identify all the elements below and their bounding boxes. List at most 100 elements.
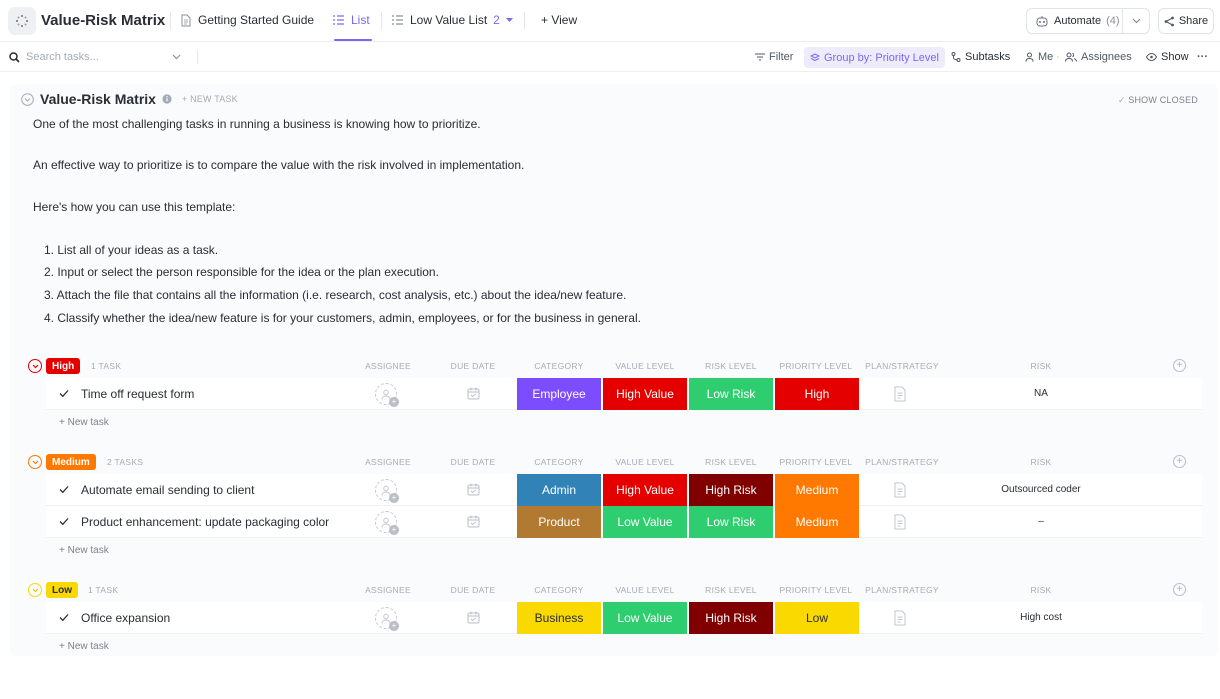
priority-level-cell[interactable]: Medium bbox=[775, 506, 859, 538]
chevron-down-icon[interactable] bbox=[172, 54, 181, 60]
column-header-due-date[interactable]: DUE DATE bbox=[445, 585, 501, 595]
share-button[interactable]: Share bbox=[1158, 8, 1214, 34]
automate-dropdown[interactable] bbox=[1123, 18, 1149, 24]
new-task-link[interactable]: + NEW TASK bbox=[182, 94, 238, 104]
collapse-group-icon[interactable] bbox=[28, 583, 42, 597]
tab-list[interactable]: List bbox=[332, 13, 370, 27]
table-row[interactable]: Automate email sending to client + Admin… bbox=[46, 474, 1202, 506]
add-view-button[interactable]: + View bbox=[541, 13, 577, 27]
column-header-risk[interactable]: RISK bbox=[946, 361, 1136, 371]
task-name[interactable]: Automate email sending to client bbox=[81, 483, 254, 497]
category-cell[interactable]: Business bbox=[517, 602, 601, 634]
add-column-button[interactable]: + bbox=[1173, 583, 1186, 596]
file-icon[interactable] bbox=[893, 386, 907, 402]
check-icon[interactable] bbox=[58, 515, 70, 527]
show-closed-button[interactable]: ✓ SHOW CLOSED bbox=[1118, 95, 1198, 106]
tab-low-value-list[interactable]: Low Value List 2 bbox=[391, 13, 513, 27]
column-header-category[interactable]: CATEGORY bbox=[516, 585, 602, 595]
filter-button[interactable]: Filter bbox=[755, 51, 793, 63]
automate-button[interactable]: Automate (4) bbox=[1026, 8, 1150, 34]
assignee-picker[interactable]: + bbox=[375, 607, 399, 631]
file-icon[interactable] bbox=[893, 610, 907, 626]
calendar-icon[interactable] bbox=[467, 611, 480, 624]
show-button[interactable]: Show bbox=[1146, 51, 1189, 63]
category-cell[interactable]: Employee bbox=[517, 378, 601, 410]
column-header-risk-level[interactable]: RISK LEVEL bbox=[688, 361, 774, 371]
file-icon[interactable] bbox=[893, 482, 907, 498]
category-cell[interactable]: Product bbox=[517, 506, 601, 538]
add-task-button[interactable]: + New task bbox=[59, 641, 109, 652]
column-header-category[interactable]: CATEGORY bbox=[516, 361, 602, 371]
add-column-button[interactable]: + bbox=[1173, 455, 1186, 468]
add-task-button[interactable]: + New task bbox=[59, 545, 109, 556]
column-header-risk-level[interactable]: RISK LEVEL bbox=[688, 457, 774, 467]
group-label[interactable]: Medium bbox=[46, 454, 96, 470]
search-input[interactable] bbox=[26, 51, 166, 63]
table-row[interactable]: Office expansion + Business Low Value Hi… bbox=[46, 602, 1202, 634]
risk-text[interactable]: – bbox=[946, 516, 1136, 527]
column-header-plan-strategy[interactable]: PLAN/STRATEGY bbox=[862, 361, 942, 371]
column-header-assignee[interactable]: ASSIGNEE bbox=[360, 585, 416, 595]
check-icon[interactable] bbox=[58, 611, 70, 623]
risk-level-cell[interactable]: High Risk bbox=[689, 474, 773, 506]
column-header-value-level[interactable]: VALUE LEVEL bbox=[602, 457, 688, 467]
column-header-priority-level[interactable]: PRIORITY LEVEL bbox=[774, 361, 858, 371]
collapse-group-icon[interactable] bbox=[28, 455, 42, 469]
value-level-cell[interactable]: High Value bbox=[603, 378, 687, 410]
task-name[interactable]: Office expansion bbox=[81, 611, 170, 625]
assignee-picker[interactable]: + bbox=[375, 479, 399, 503]
column-header-value-level[interactable]: VALUE LEVEL bbox=[602, 585, 688, 595]
info-icon[interactable] bbox=[162, 94, 172, 104]
column-header-assignee[interactable]: ASSIGNEE bbox=[360, 361, 416, 371]
table-row[interactable]: Product enhancement: update packaging co… bbox=[46, 506, 1202, 538]
column-header-priority-level[interactable]: PRIORITY LEVEL bbox=[774, 585, 858, 595]
priority-level-cell[interactable]: Low bbox=[775, 602, 859, 634]
value-level-cell[interactable]: Low Value bbox=[603, 506, 687, 538]
assignees-button[interactable]: Assignees bbox=[1065, 51, 1132, 63]
risk-level-cell[interactable]: High Risk bbox=[689, 602, 773, 634]
me-filter-button[interactable]: Me bbox=[1025, 51, 1053, 63]
calendar-icon[interactable] bbox=[467, 387, 480, 400]
collapse-circle-icon[interactable] bbox=[21, 92, 34, 106]
column-header-plan-strategy[interactable]: PLAN/STRATEGY bbox=[862, 585, 942, 595]
group-label[interactable]: High bbox=[46, 358, 81, 374]
more-options-button[interactable]: ··· bbox=[1197, 51, 1208, 63]
risk-text[interactable]: High cost bbox=[946, 612, 1136, 623]
column-header-risk-level[interactable]: RISK LEVEL bbox=[688, 585, 774, 595]
file-icon[interactable] bbox=[893, 514, 907, 530]
tab-getting-started[interactable]: Getting Started Guide bbox=[180, 13, 314, 27]
risk-level-cell[interactable]: Low Risk bbox=[689, 378, 773, 410]
risk-text[interactable]: NA bbox=[946, 388, 1136, 399]
column-header-due-date[interactable]: DUE DATE bbox=[445, 361, 501, 371]
priority-level-cell[interactable]: Medium bbox=[775, 474, 859, 506]
check-icon[interactable] bbox=[58, 387, 70, 399]
group-by-button[interactable]: Group by: Priority Level bbox=[804, 47, 945, 68]
column-header-priority-level[interactable]: PRIORITY LEVEL bbox=[774, 457, 858, 467]
check-icon[interactable] bbox=[58, 483, 70, 495]
subtasks-button[interactable]: Subtasks bbox=[951, 51, 1010, 63]
column-header-risk[interactable]: RISK bbox=[946, 585, 1136, 595]
assignee-picker[interactable]: + bbox=[375, 511, 399, 535]
column-header-assignee[interactable]: ASSIGNEE bbox=[360, 457, 416, 467]
column-header-risk[interactable]: RISK bbox=[946, 457, 1136, 467]
column-header-value-level[interactable]: VALUE LEVEL bbox=[602, 361, 688, 371]
column-header-plan-strategy[interactable]: PLAN/STRATEGY bbox=[862, 457, 942, 467]
app-icon[interactable] bbox=[8, 7, 36, 35]
category-cell[interactable]: Admin bbox=[517, 474, 601, 506]
value-level-cell[interactable]: High Value bbox=[603, 474, 687, 506]
risk-text[interactable]: Outsourced coder bbox=[946, 484, 1136, 495]
calendar-icon[interactable] bbox=[467, 483, 480, 496]
task-name[interactable]: Product enhancement: update packaging co… bbox=[81, 515, 329, 529]
assignee-picker[interactable]: + bbox=[375, 383, 399, 407]
table-row[interactable]: Time off request form + Employee High Va… bbox=[46, 378, 1202, 410]
value-level-cell[interactable]: Low Value bbox=[603, 602, 687, 634]
add-column-button[interactable]: + bbox=[1173, 359, 1186, 372]
priority-level-cell[interactable]: High bbox=[775, 378, 859, 410]
risk-level-cell[interactable]: Low Risk bbox=[689, 506, 773, 538]
add-task-button[interactable]: + New task bbox=[59, 417, 109, 428]
calendar-icon[interactable] bbox=[467, 515, 480, 528]
column-header-due-date[interactable]: DUE DATE bbox=[445, 457, 501, 467]
group-label[interactable]: Low bbox=[46, 582, 78, 598]
collapse-group-icon[interactable] bbox=[28, 359, 42, 373]
task-name[interactable]: Time off request form bbox=[81, 387, 194, 401]
